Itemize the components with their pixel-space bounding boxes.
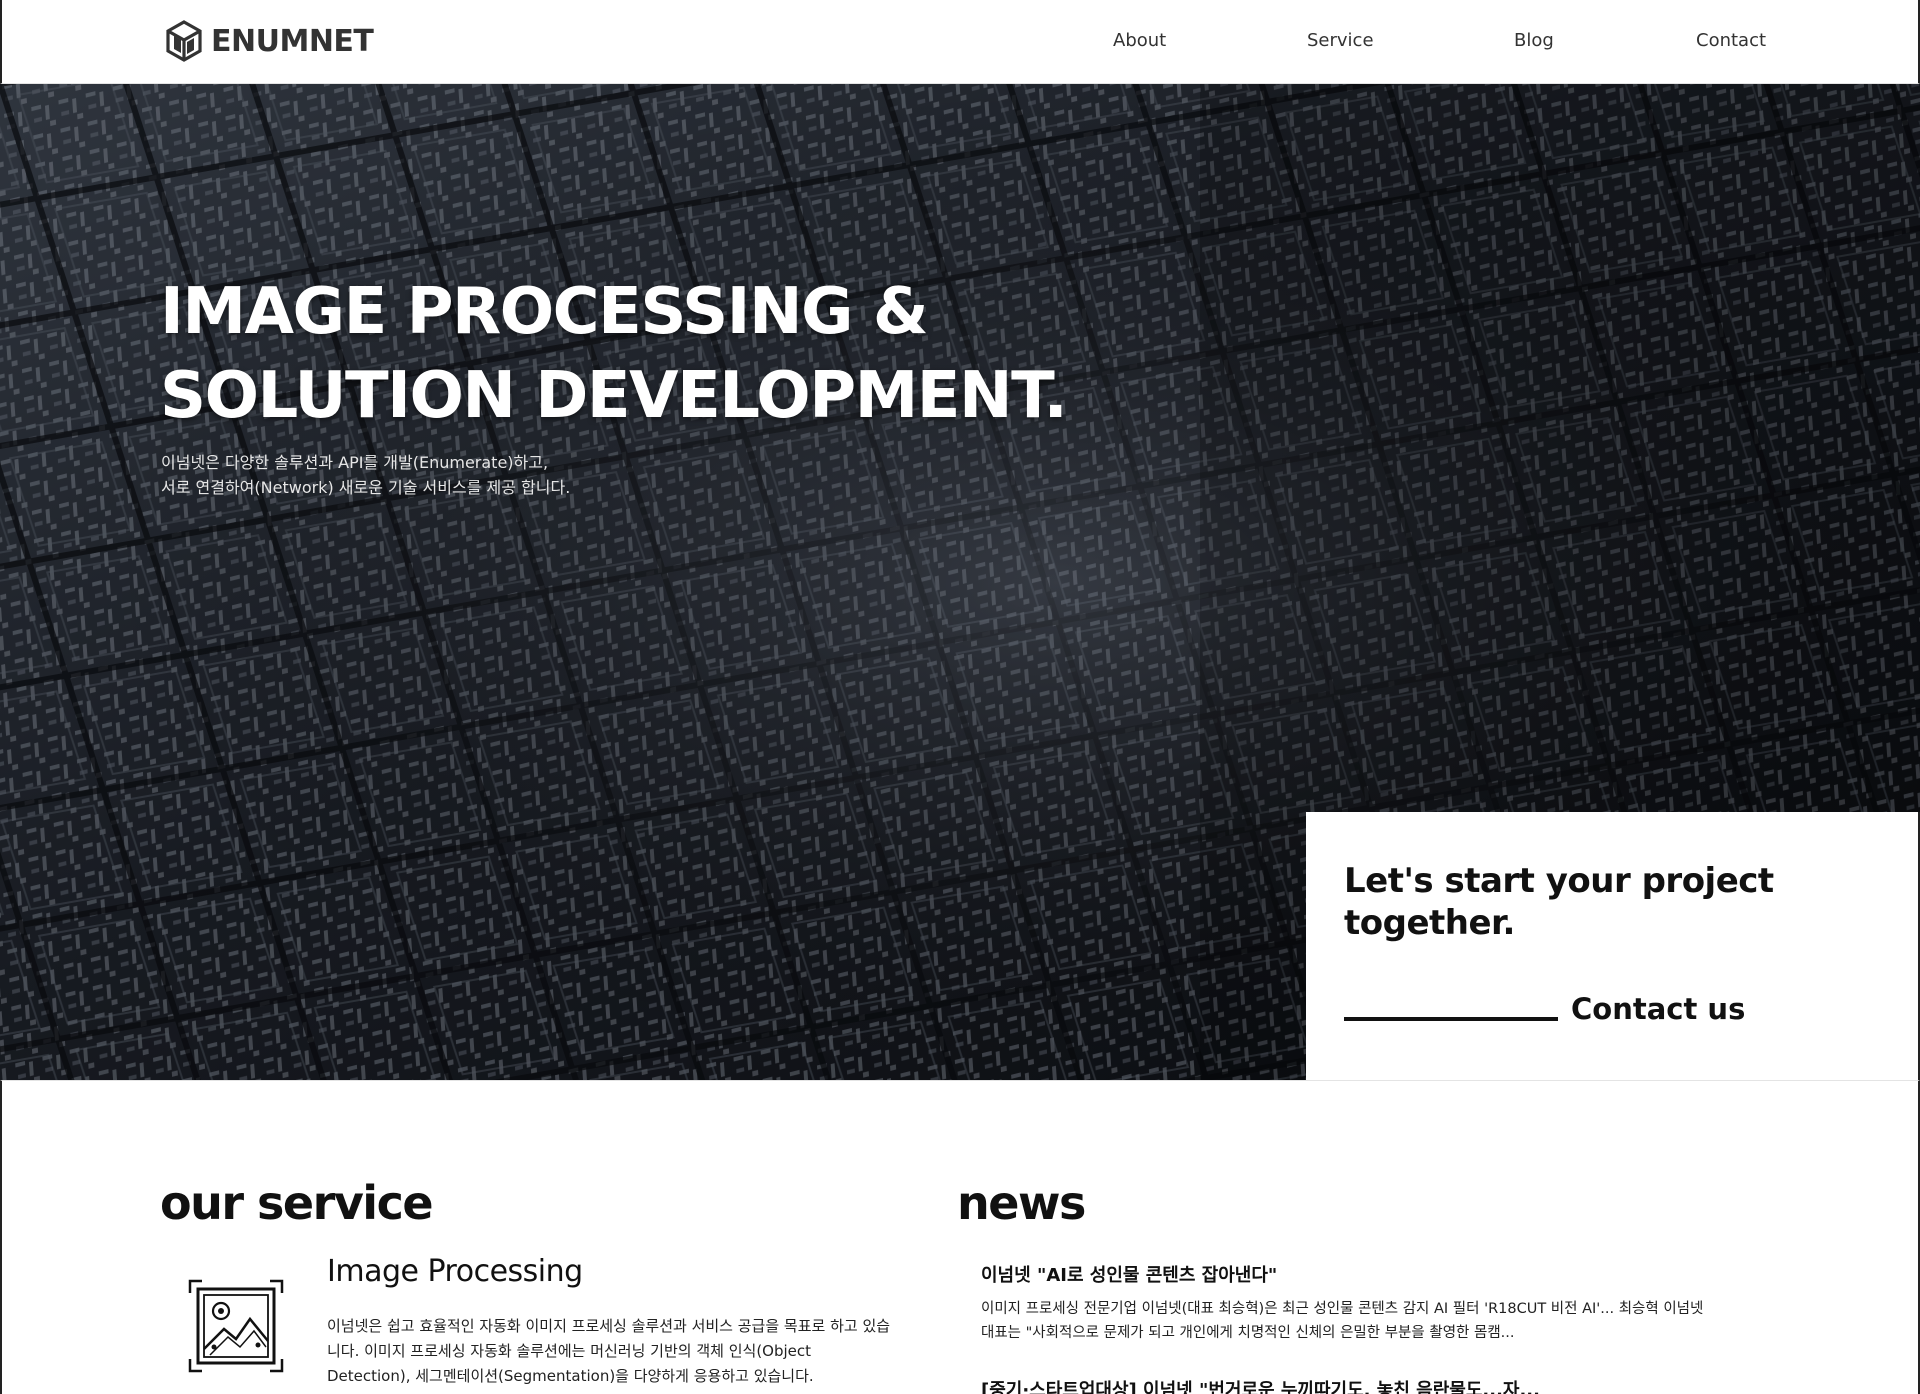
news-item-title[interactable]: [중기·스타트업대상] 이넘넷 "번거로운 누끼따기도, 놓친 음란물도...자… (981, 1376, 1540, 1394)
hero-title: IMAGE PROCESSING & SOLUTION DEVELOPMENT. (160, 270, 1068, 438)
contact-us-link[interactable]: Contact us (1571, 992, 1745, 1026)
logo-text: ENUMNET (211, 23, 374, 59)
news-item-description: 이미지 프로세싱 전문기업 이넘넷(대표 최승혁)은 최근 성인물 콘텐츠 감지… (981, 1301, 1704, 1341)
news-section-title: news (957, 1176, 1086, 1230)
image-frame-icon (188, 1279, 284, 1373)
hero-desc-line2: 서로 연결하여(Network) 새로운 기술 서비스를 제공 합니다. (161, 478, 571, 497)
cta-title: Let's start your project together. (1344, 860, 1774, 944)
nav-blog[interactable]: Blog (1514, 30, 1554, 51)
service-section-title: our service (160, 1176, 434, 1230)
cta-title-line1: Let's start your project (1344, 861, 1774, 901)
cta-box: Let's start your project together. Conta… (1306, 812, 1920, 1080)
site-header: ENUMNET About Service Blog Contact (0, 0, 1920, 84)
service-item-name[interactable]: Image Processing (327, 1254, 583, 1289)
nav-service[interactable]: Service (1307, 30, 1374, 51)
hero-desc-line1: 이넘넷은 다양한 솔루션과 API를 개발(Enumerate)하고, (161, 453, 549, 472)
hero-description: 이넘넷은 다양한 솔루션과 API를 개발(Enumerate)하고, 서로 연… (161, 450, 570, 500)
hero-title-line2: SOLUTION DEVELOPMENT. (160, 359, 1068, 433)
logo[interactable]: ENUMNET (165, 20, 374, 62)
nav-about[interactable]: About (1113, 30, 1166, 51)
service-item-description: 이넘넷은 쉽고 효율적인 자동화 이미지 프로세싱 솔루션과 서비스 공급을 목… (327, 1317, 891, 1385)
cube-logo-icon (166, 20, 202, 62)
cta-title-line2: together. (1344, 903, 1515, 943)
cta-divider-line (1344, 1017, 1558, 1021)
nav-contact[interactable]: Contact (1696, 30, 1766, 51)
hero-title-line1: IMAGE PROCESSING & (160, 275, 929, 349)
content-section: our service Image Processing 이넘넷은 쉽고 효율적… (0, 1080, 1920, 1394)
news-item-title[interactable]: 이넘넷 "AI로 성인물 콘텐츠 잡아낸다" (981, 1261, 1277, 1287)
